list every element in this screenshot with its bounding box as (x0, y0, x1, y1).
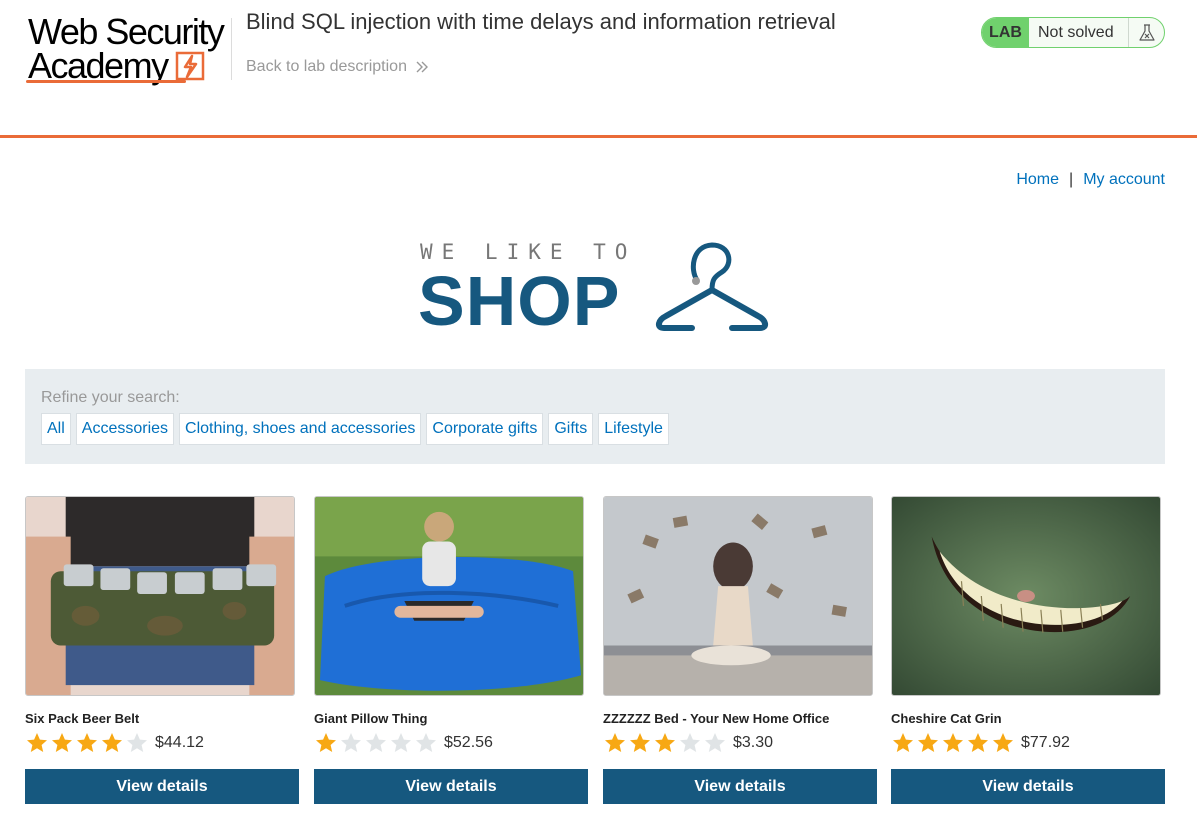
product-image-zzzzzz-bed[interactable] (603, 496, 873, 696)
star-empty-icon (127, 733, 147, 752)
back-link-label: Back to lab description (246, 58, 407, 75)
academy-header: Web Security Academy Blind SQL injection… (0, 0, 1197, 138)
product-image-beer-belt[interactable] (25, 496, 295, 696)
product-name: Giant Pillow Thing (314, 711, 428, 726)
star-rating (891, 731, 1015, 755)
lab-title: Blind SQL injection with time delays and… (246, 9, 836, 34)
view-details-button[interactable]: View details (314, 769, 588, 804)
product-name: Six Pack Beer Belt (25, 711, 140, 726)
star-filled-icon (102, 733, 122, 752)
clothes-hanger-icon (656, 242, 768, 331)
logo-line-2: Academy (28, 45, 169, 86)
star-filled-icon (27, 733, 47, 752)
star-filled-icon (316, 733, 336, 752)
star-filled-icon (52, 733, 72, 752)
star-filled-icon (943, 733, 963, 752)
double-chevron-right-icon (416, 61, 428, 73)
product-price: $44.12 (155, 734, 204, 751)
filter-all[interactable]: All (41, 413, 71, 445)
star-empty-icon (416, 733, 436, 752)
filter-corporate-gifts[interactable]: Corporate gifts (426, 413, 544, 445)
view-details-button[interactable]: View details (891, 769, 1165, 804)
star-rating (25, 731, 149, 755)
logo-underline (26, 80, 186, 83)
product-card: Cheshire Cat Grin $77.92 View details (891, 496, 1165, 806)
header-divider (231, 18, 232, 80)
lab-status-text: Not solved (1038, 23, 1114, 41)
filter-accessories[interactable]: Accessories (75, 413, 175, 445)
star-filled-icon (968, 733, 988, 752)
web-security-academy-logo[interactable]: Web Security Academy (26, 14, 226, 86)
star-filled-icon (655, 733, 675, 752)
banner-shop-word: SHOP (418, 262, 621, 340)
star-filled-icon (630, 733, 650, 752)
lab-badge: LAB (982, 18, 1029, 47)
star-filled-icon (918, 733, 938, 752)
lightning-bolt-icon (175, 51, 205, 81)
star-filled-icon (893, 733, 913, 752)
category-filter-list: All Accessories Clothing, shoes and acce… (41, 413, 669, 445)
product-price: $52.56 (444, 734, 493, 751)
product-name: Cheshire Cat Grin (891, 711, 1002, 726)
product-image-cheshire-cat-grin[interactable] (891, 496, 1161, 696)
star-empty-icon (366, 733, 386, 752)
rating-row: $44.12 (25, 731, 204, 755)
star-empty-icon (341, 733, 361, 752)
view-details-button[interactable]: View details (603, 769, 877, 804)
filter-gifts[interactable]: Gifts (548, 413, 594, 445)
star-filled-icon (605, 733, 625, 752)
star-rating (603, 731, 727, 755)
search-filter-panel: Refine your search: All Accessories Clot… (25, 369, 1165, 464)
flask-icon[interactable] (1128, 18, 1164, 47)
product-card: ZZZZZZ Bed - Your New Home Office $3.30 … (603, 496, 877, 806)
product-name: ZZZZZZ Bed - Your New Home Office (603, 711, 830, 726)
star-filled-icon (77, 733, 97, 752)
product-price: $3.30 (733, 734, 774, 751)
product-price: $77.92 (1021, 734, 1070, 751)
filter-label: Refine your search: (41, 389, 180, 406)
rating-row: $3.30 (603, 731, 773, 755)
product-card: Giant Pillow Thing $52.56 View details (314, 496, 588, 806)
filter-clothing-shoes-accessories[interactable]: Clothing, shoes and accessories (179, 413, 422, 445)
star-empty-icon (391, 733, 411, 752)
home-link[interactable]: Home (1016, 171, 1059, 189)
nav-separator: | (1069, 171, 1074, 188)
banner-tagline: WE LIKE TO (420, 240, 637, 264)
shop-banner: WE LIKE TO SHOP (418, 238, 778, 338)
star-empty-icon (705, 733, 725, 752)
rating-row: $52.56 (314, 731, 493, 755)
my-account-link[interactable]: My account (1083, 171, 1165, 189)
filter-lifestyle[interactable]: Lifestyle (598, 413, 669, 445)
top-nav: Home | My account (1016, 171, 1165, 189)
lab-status-widget: LAB Not solved (981, 17, 1165, 48)
back-to-lab-description-link[interactable]: Back to lab description (246, 58, 429, 76)
product-image-giant-pillow[interactable] (314, 496, 584, 696)
star-empty-icon (680, 733, 700, 752)
star-rating (314, 731, 438, 755)
rating-row: $77.92 (891, 731, 1070, 755)
view-details-button[interactable]: View details (25, 769, 299, 804)
star-filled-icon (993, 733, 1013, 752)
product-card: Six Pack Beer Belt $44.12 View details (25, 496, 299, 806)
